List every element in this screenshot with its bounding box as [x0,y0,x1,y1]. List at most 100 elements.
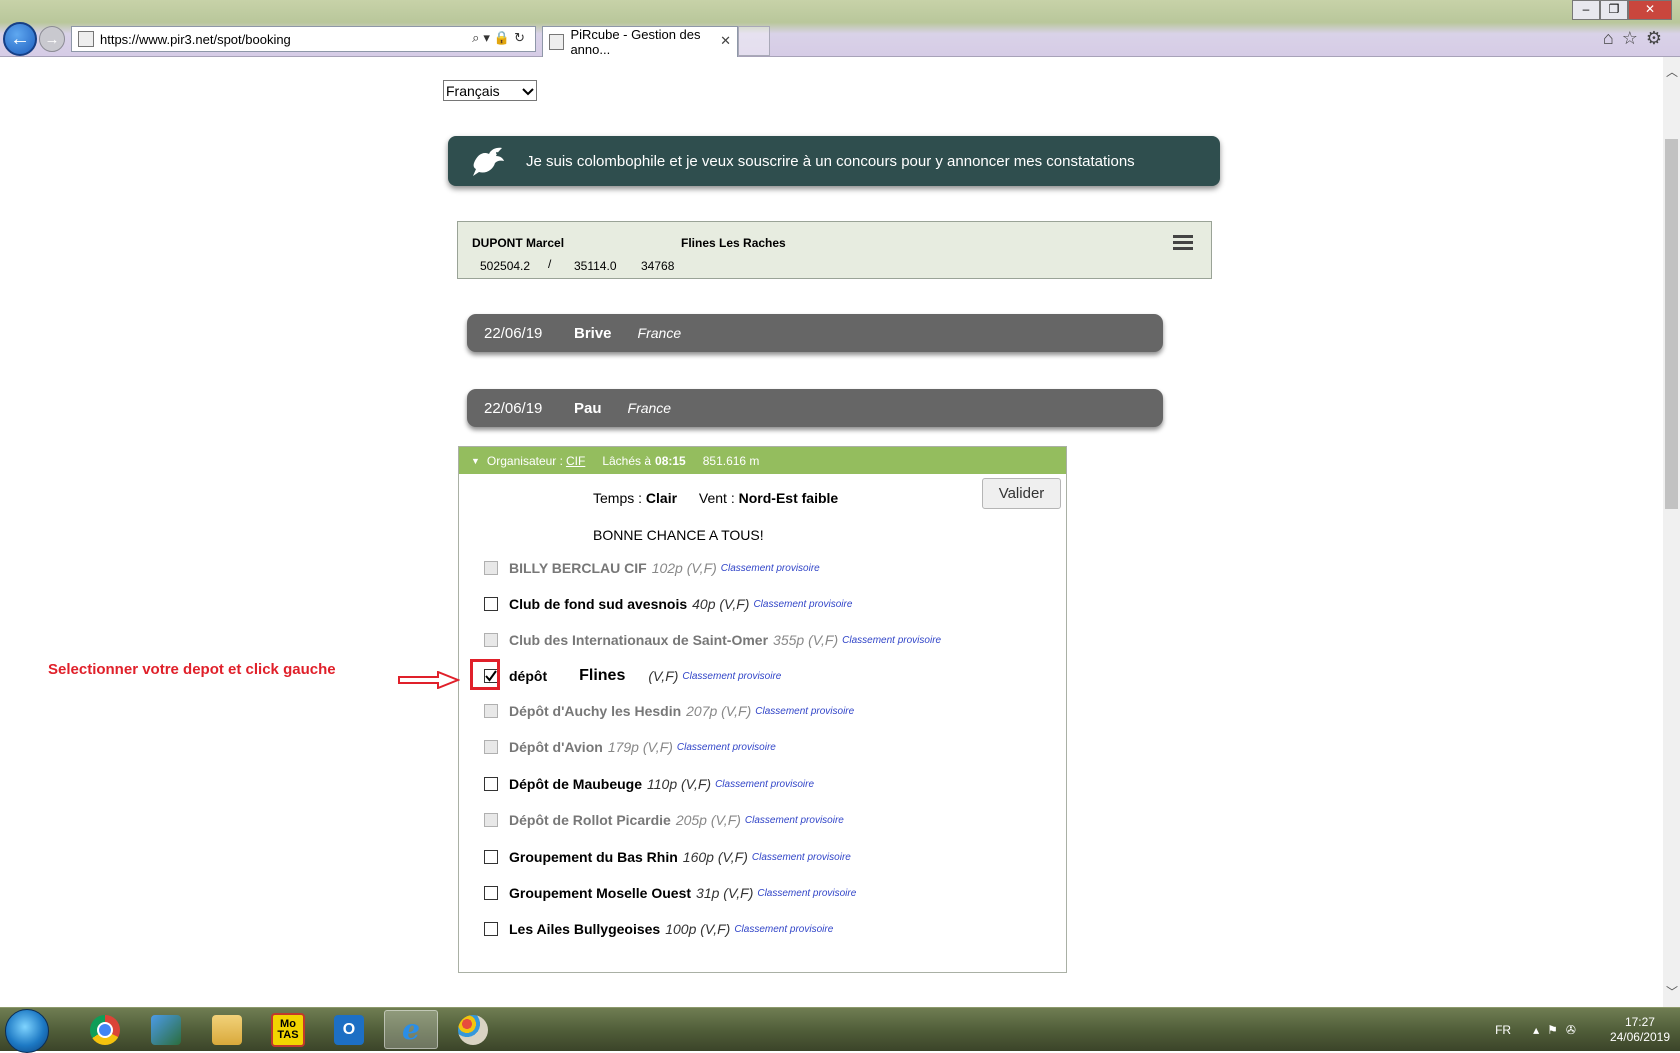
club-count: 102p (V,F) [651,560,717,576]
club-checkbox[interactable] [484,886,498,900]
browser-chrome: – ❐ ✕ ← → https://www. pir3.net/spot/book… [0,0,1680,57]
restore-button[interactable]: ❐ [1600,0,1628,20]
selection-highlight-box [470,659,500,690]
chevron-down-icon [522,83,534,99]
race-pau[interactable]: 22/06/19 Pau France [467,389,1163,427]
club-checkbox[interactable] [484,922,498,936]
user-name: DUPONT Marcel [472,236,565,250]
clock-date: 24/06/2019 [1609,1029,1670,1044]
window-controls: – ❐ ✕ [1572,0,1672,20]
club-item[interactable]: Groupement du Bas Rhin 160p (V,F) Classe… [484,846,851,868]
tab-close-icon[interactable]: ✕ [720,33,731,49]
provisional-ranking-link[interactable]: Classement provisoire [757,888,856,899]
favorites-star-icon[interactable]: ☆ [1622,28,1646,48]
organizer-link[interactable]: CIF [566,454,585,468]
browser-toolbar: ⌂☆⚙ [1603,28,1670,49]
race-country: France [637,325,682,341]
scrollbar-thumb[interactable] [1665,139,1678,509]
race-brive[interactable]: 22/06/19 Brive France [467,314,1163,352]
tray-icons[interactable]: ▴⚑✇ [1533,1023,1584,1037]
club-item[interactable]: Groupement Moselle Ouest 31p (V,F) Class… [484,882,856,904]
depot-city: Flines [579,667,626,684]
club-name: Dépôt d'Auchy les Hesdin [509,703,682,719]
scroll-up-icon[interactable]: ︿ [1666,63,1678,80]
arrow-left-icon: ← [10,27,30,50]
club-checkbox[interactable] [484,850,498,864]
provisional-ranking-link[interactable]: Classement provisoire [842,635,941,646]
network-icon[interactable] [139,1010,193,1049]
tab-pircube[interactable]: PiRcube - Gestion des anno... ✕ [542,26,738,57]
weather-info: Temps : Clair Vent : Nord-Est faible [593,490,838,506]
validate-button[interactable]: Valider [982,478,1061,509]
annotation-arrow-icon [398,671,460,689]
club-item[interactable]: Les Ailes Bullygeoises 100p (V,F) Classe… [484,918,833,940]
club-checkbox [484,740,498,754]
club-count: 40p (V,F) [692,596,750,612]
scroll-down-icon[interactable]: ﹀ [1666,983,1678,1000]
organizer-label: Organisateur : [486,453,563,468]
club-name: Groupement du Bas Rhin [509,849,678,865]
paint-icon[interactable] [446,1010,500,1049]
club-item-depot-selected[interactable]: dépôt Flines (V,F) Classement provisoire [470,659,781,690]
clock[interactable]: 17:27 24/06/2019 [1610,1015,1670,1045]
weather-label: Temps : [593,490,643,506]
provisional-ranking-link[interactable]: Classement provisoire [715,779,814,790]
url-prefix: https://www. [100,31,171,47]
provisional-ranking-link[interactable]: Classement provisoire [753,599,852,610]
club-count: 160p (V,F) [682,849,748,865]
motas-icon[interactable]: Mo TAS [261,1010,315,1049]
motas-label-bottom: TAS [277,1028,299,1041]
club-item: Club des Internationaux de Saint-Omer 35… [484,629,941,651]
motas-label-top: Mo [280,1017,296,1030]
back-button[interactable]: ← [3,22,37,56]
dove-icon [468,141,508,181]
club-name: Dépôt de Rollot Picardie [509,812,671,828]
race-date: 22/06/19 [484,324,543,342]
club-item: BILLY BERCLAU CIF 102p (V,F) Classement … [484,557,820,579]
provisional-ranking-link[interactable]: Classement provisoire [745,815,844,826]
race-date: 22/06/19 [484,399,543,417]
forward-button[interactable]: → [39,26,65,52]
new-tab-button[interactable] [738,26,770,56]
race-distance: 851.616 m [702,453,760,468]
url-path: /spot/booking [213,31,291,47]
provisional-ranking-link[interactable]: Classement provisoire [755,706,854,717]
site-favicon-icon [78,31,94,47]
file-explorer-icon[interactable] [200,1010,254,1049]
address-bar-icons[interactable]: ⌕▾🔒↻ [472,30,529,46]
club-checkbox[interactable] [484,777,498,791]
subscribe-banner[interactable]: Je suis colombophile et je veux souscrir… [448,136,1220,186]
outlook-icon[interactable]: O [322,1010,376,1049]
provisional-ranking-link[interactable]: Classement provisoire [752,852,851,863]
tab-favicon-icon [549,34,565,50]
wind-label: Vent : [698,490,735,506]
hamburger-menu-icon[interactable] [1173,232,1193,253]
settings-gear-icon[interactable]: ⚙ [1646,28,1670,48]
club-item[interactable]: Club de fond sud avesnois 40p (V,F) Clas… [484,593,852,615]
club-checkbox [484,813,498,827]
race-detail-header[interactable]: ▼ Organisateur : CIF Lâchés à 08:15 851.… [459,447,1066,474]
minimize-button[interactable]: – [1572,0,1600,20]
home-icon[interactable]: ⌂ [1603,28,1622,48]
address-bar[interactable]: https://www. pir3.net/spot/booking ⌕▾🔒↻ [71,26,536,52]
language-select[interactable]: Français [443,80,537,101]
close-window-button[interactable]: ✕ [1628,0,1672,20]
club-item: Dépôt d'Avion 179p (V,F) Classement prov… [484,736,776,758]
chrome-icon[interactable] [78,1010,132,1049]
club-name: Dépôt de Maubeuge [509,776,643,792]
race-place: Pau [574,399,602,417]
input-language[interactable]: FR [1495,1023,1511,1037]
provisional-ranking-link[interactable]: Classement provisoire [677,742,776,753]
provisional-ranking-link[interactable]: Classement provisoire [721,563,820,574]
collapse-triangle-icon[interactable]: ▼ [471,456,480,466]
start-button-icon[interactable] [5,1009,49,1053]
club-count: 179p (V,F) [607,739,673,755]
provisional-ranking-link[interactable]: Classement provisoire [682,671,781,682]
club-checkbox[interactable] [484,597,498,611]
club-name: Club de fond sud avesnois [509,596,688,612]
vertical-scrollbar[interactable]: ︿ ﹀ [1663,57,1680,1007]
internet-explorer-icon[interactable]: e [384,1010,438,1049]
club-item[interactable]: Dépôt de Maubeuge 110p (V,F) Classement … [484,773,814,795]
provisional-ranking-link[interactable]: Classement provisoire [734,924,833,935]
system-tray: FR ▴⚑✇ 17:27 24/06/2019 [1495,1008,1670,1051]
